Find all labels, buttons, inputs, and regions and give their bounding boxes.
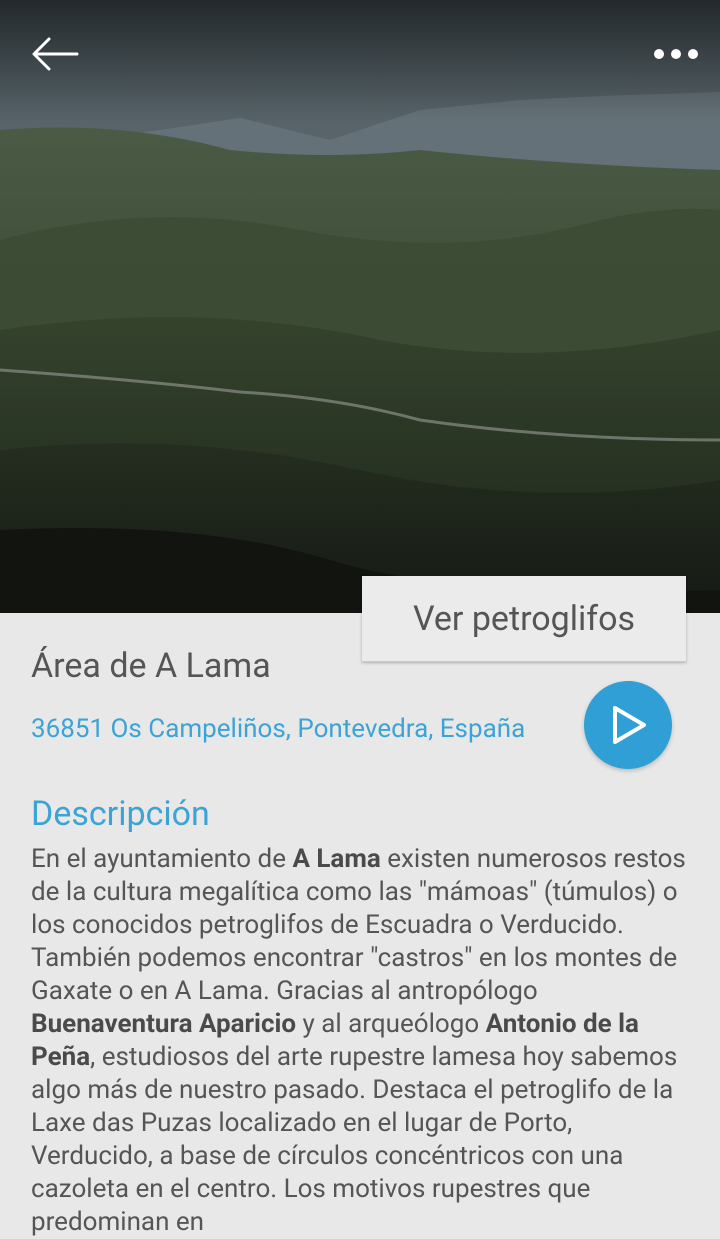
more-options-button[interactable] xyxy=(644,30,708,78)
description-text: En el ayuntamiento de A Lama existen num… xyxy=(31,844,686,1237)
hero-image xyxy=(0,0,720,613)
place-title: Área de A Lama xyxy=(31,646,271,686)
play-icon xyxy=(613,706,646,744)
topbar-shade xyxy=(0,0,720,120)
description-heading: Descripción xyxy=(31,794,210,834)
play-button[interactable] xyxy=(584,681,672,769)
ver-petroglifos-button[interactable]: Ver petroglifos xyxy=(362,576,686,662)
place-address-link[interactable]: 36851 Os Campeliños, Pontevedra, España xyxy=(31,714,525,744)
back-button[interactable] xyxy=(22,28,88,80)
more-horizontal-icon xyxy=(654,49,698,59)
arrow-left-icon xyxy=(32,37,79,71)
